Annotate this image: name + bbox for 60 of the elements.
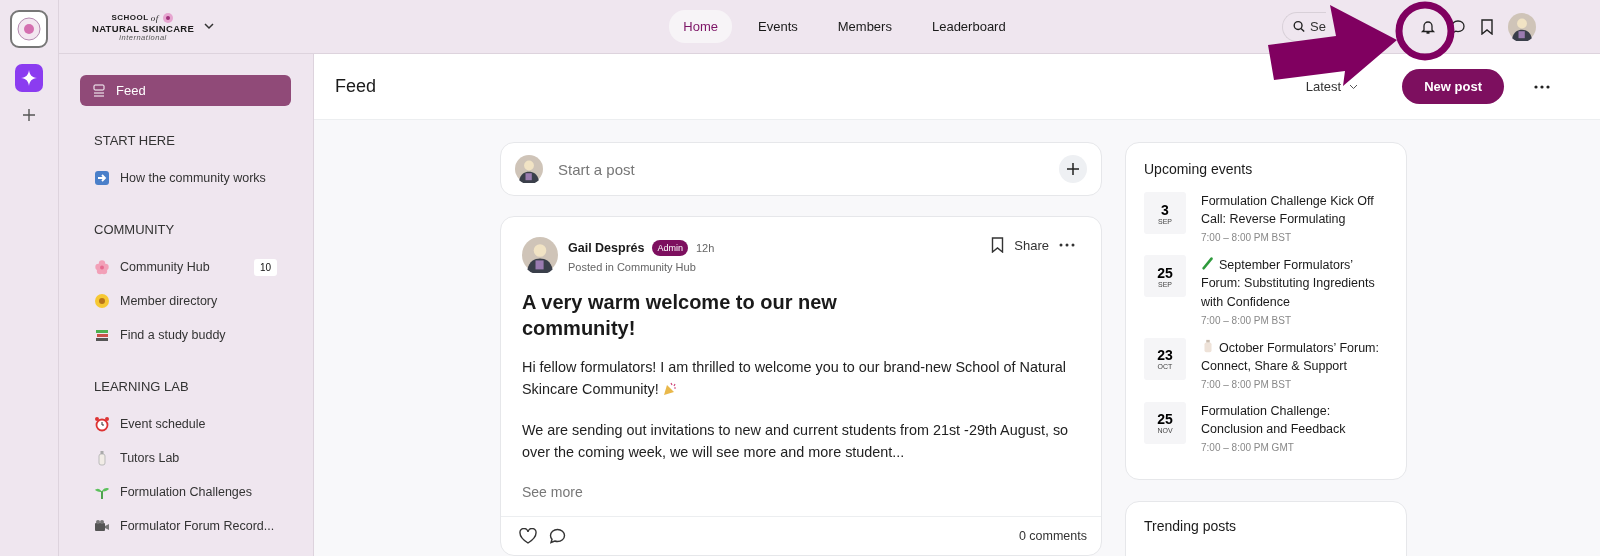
see-more-link[interactable]: See more xyxy=(522,484,583,501)
chevron-down-icon xyxy=(1349,83,1359,90)
sidebar-item[interactable]: Tutors Lab xyxy=(80,441,291,475)
avatar-icon xyxy=(515,155,543,183)
add-icon[interactable] xyxy=(22,108,36,122)
card-title: Trending posts xyxy=(1144,518,1238,535)
sidebar-item[interactable]: Formulator Forum Record... xyxy=(80,509,291,543)
start-post-field[interactable]: Start a post xyxy=(500,142,1102,196)
add-post-button[interactable] xyxy=(1059,155,1087,183)
card-title: Upcoming events xyxy=(1144,161,1254,177)
comments-count[interactable]: 0 comments xyxy=(1018,529,1087,544)
post-text: We are sending out invitations to new and current students from 21st -29th August, so over the coming week, we will see more and more student... xyxy=(522,421,1070,462)
post-title: A very warm welcome to our new community! xyxy=(522,290,838,341)
start-post-input[interactable]: Start a post xyxy=(556,159,1046,179)
books-icon xyxy=(94,327,110,343)
sidebar-item[interactable]: Find a study buddy xyxy=(80,318,291,352)
new-post-button[interactable]: New post xyxy=(1402,69,1504,104)
feed-nav-item[interactable]: Feed xyxy=(80,75,291,106)
notifications-icon[interactable] xyxy=(1420,18,1436,35)
chevron-down-icon[interactable] xyxy=(204,23,215,30)
party-icon xyxy=(662,380,678,396)
plus-icon xyxy=(1067,163,1079,175)
comment-icon[interactable] xyxy=(549,528,566,545)
camera-icon xyxy=(94,518,110,534)
chat-icon[interactable] xyxy=(1450,18,1466,35)
bookmark-icon[interactable] xyxy=(991,237,1005,253)
author-name[interactable]: Gail Després xyxy=(568,241,645,255)
section-title: COMMUNITY xyxy=(94,222,176,237)
share-button[interactable]: Share xyxy=(1014,237,1049,253)
post-text: Hi fellow formulators! I am thrilled to welcome you to our brand-new School of Natural Skincare Community! xyxy=(522,358,1067,399)
like-icon[interactable] xyxy=(519,528,537,545)
posted-in: Posted in Community Hub xyxy=(568,261,697,273)
feed-icon xyxy=(92,83,106,98)
section-title: START HERE xyxy=(94,133,176,148)
author-avatar xyxy=(522,237,558,273)
nav-tab[interactable]: Home xyxy=(669,10,732,43)
ai-button[interactable] xyxy=(15,64,43,92)
search-icon xyxy=(1293,20,1306,33)
nav-tab[interactable]: Events xyxy=(744,10,812,43)
count-badge: 10 xyxy=(253,258,277,276)
user-avatar xyxy=(1508,12,1536,41)
sidebar-item[interactable]: Member directory xyxy=(80,284,291,318)
page-title: Feed xyxy=(335,76,378,97)
role-badge: Admin xyxy=(652,240,688,256)
sidebar-item[interactable]: Community Hub 10 xyxy=(80,250,291,284)
post-time: 12h xyxy=(695,242,715,254)
annotation-circle xyxy=(1395,1,1455,61)
bookmark-icon[interactable] xyxy=(1480,18,1494,35)
sidebar-item[interactable]: Formulation Challenges xyxy=(80,475,291,509)
section-title: LEARNING LAB xyxy=(94,379,190,394)
nav-tab[interactable]: Leaderboard xyxy=(917,10,1020,43)
community-logo[interactable] xyxy=(10,10,48,48)
sidebar-item[interactable]: How the community works xyxy=(80,161,291,195)
alarm-clock-icon xyxy=(94,416,110,432)
sidebar-item[interactable]: Event schedule xyxy=(80,407,291,441)
more-icon[interactable] xyxy=(1059,243,1075,247)
sparkle-icon xyxy=(21,70,37,86)
nav-tab[interactable]: Members xyxy=(823,10,906,43)
more-icon[interactable] xyxy=(1534,84,1550,89)
sunflower-icon xyxy=(94,293,110,309)
